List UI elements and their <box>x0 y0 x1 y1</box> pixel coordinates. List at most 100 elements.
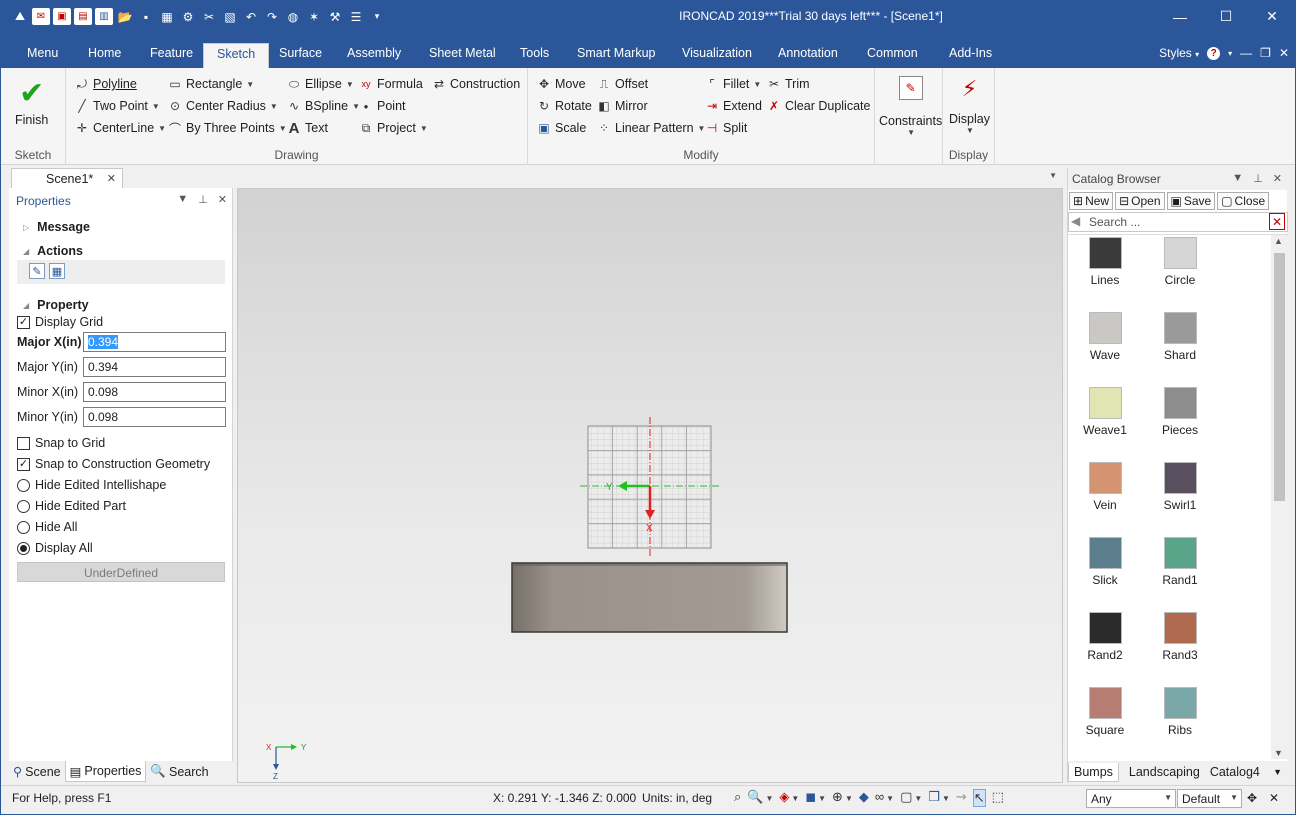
minimize-icon[interactable]: — <box>1157 1 1203 32</box>
tab-smart-markup[interactable]: Smart Markup <box>577 41 656 68</box>
camera-icon[interactable]: ❒ <box>928 789 940 807</box>
catalog-item-slick[interactable]: Slick <box>1073 537 1137 587</box>
offset-button[interactable]: ⎍ Offset <box>596 76 648 92</box>
hide-intellishape-radio[interactable]: Hide Edited Intellishape <box>17 478 166 492</box>
glasses-icon[interactable]: ∞ <box>875 789 884 807</box>
panel-close-icon[interactable]: ✕ <box>218 193 227 206</box>
select-box-icon[interactable]: ⬚ <box>992 789 1004 807</box>
catalog-item-rand1[interactable]: Rand1 <box>1148 537 1212 587</box>
property-section[interactable]: ◢ Property <box>23 298 89 312</box>
actions-section[interactable]: ◢ Actions <box>23 244 83 258</box>
scroll-down-icon[interactable]: ▼ <box>1274 748 1283 758</box>
split-button[interactable]: ⊣ Split <box>704 120 748 136</box>
link-icon[interactable]: ⇝ <box>956 789 967 807</box>
pin-icon[interactable]: ⊥ <box>1253 172 1263 185</box>
globe-icon[interactable]: ◍ <box>284 8 302 25</box>
new-action-icon[interactable]: ▦ <box>49 263 65 279</box>
tab-sheet-metal[interactable]: Sheet Metal <box>429 41 496 68</box>
construction-button[interactable]: ⇄ Construction <box>431 76 520 92</box>
three-points-button[interactable]: ⌒ By Three Points ▼ <box>167 120 287 136</box>
tab-surface[interactable]: Surface <box>279 41 322 68</box>
tab-landscaping[interactable]: Landscaping <box>1129 765 1200 779</box>
tab-visualization[interactable]: Visualization <box>682 41 752 68</box>
scroll-up-icon[interactable]: ▲ <box>1274 236 1283 246</box>
tab-common[interactable]: Common <box>867 41 918 68</box>
mode-select[interactable]: Default ▼ <box>1177 789 1242 808</box>
bspline-button[interactable]: ∿ BSpline ▼ <box>286 98 360 114</box>
paste-icon[interactable]: ▧ <box>221 8 239 25</box>
print-icon[interactable]: ▦ <box>158 8 176 25</box>
mirror-button[interactable]: ◧ Mirror <box>596 98 647 114</box>
catalog-item-wave[interactable]: Wave <box>1073 312 1137 362</box>
project-button[interactable]: ⧉ Project ▼ <box>358 120 428 136</box>
redo-icon[interactable]: ↷ <box>263 8 281 25</box>
catalog-close-button[interactable]: ▢ Close <box>1217 192 1270 210</box>
display-grid-checkbox[interactable]: ✓ Display Grid <box>17 315 103 329</box>
catalog-item-pieces[interactable]: Pieces <box>1148 387 1212 437</box>
scale-button[interactable]: ▣ Scale <box>536 120 586 136</box>
tab-bumps[interactable]: Bumps <box>1068 762 1119 782</box>
center-radius-button[interactable]: ⊙ Center Radius ▼ <box>167 98 278 114</box>
tools-icon[interactable]: ⚒ <box>326 8 344 25</box>
maximize-icon[interactable]: ☐ <box>1203 1 1249 32</box>
tab-search[interactable]: 🔍 Search <box>146 761 212 782</box>
tab-scene1[interactable]: Scene1* ✕ <box>11 168 123 189</box>
zoom-icon[interactable]: 🔍 <box>747 789 763 807</box>
point-button[interactable]: ● Point <box>358 98 406 114</box>
ribbon-minimize-icon[interactable]: — <box>1240 46 1252 60</box>
snap-to-grid-checkbox[interactable]: Snap to Grid <box>17 436 105 450</box>
edit-action-icon[interactable]: ✎ <box>29 263 45 279</box>
tab-menu[interactable]: Menu <box>27 41 58 68</box>
move-button[interactable]: ✥ Move <box>536 76 586 92</box>
cut-icon[interactable]: ✂ <box>200 8 218 25</box>
catalog-item-shard[interactable]: Shard <box>1148 312 1212 362</box>
catalog-new-button[interactable]: ⊞ New <box>1069 192 1114 210</box>
selection-filter-select[interactable]: Any ▼ <box>1086 789 1176 808</box>
minor-x-input[interactable]: 0.098 <box>83 382 226 402</box>
catalog-item-vein[interactable]: Vein <box>1073 462 1137 512</box>
catalog-item-weave1[interactable]: Weave1 <box>1073 387 1137 437</box>
catalog-item-ribs[interactable]: Ribs <box>1148 687 1212 737</box>
catalog-item-rand2[interactable]: Rand2 <box>1073 612 1137 662</box>
catalog-item-lines[interactable]: Lines <box>1073 237 1137 287</box>
sparkle-icon[interactable]: ✶ <box>305 8 323 25</box>
catalog-item-circle[interactable]: Circle <box>1148 237 1212 287</box>
new-drawing-icon[interactable]: ▤ <box>74 8 92 25</box>
polyline-button[interactable]: ⤾ Polyline <box>74 76 137 92</box>
panel-menu-icon[interactable]: ▼ <box>177 193 188 206</box>
ribbon-close-icon[interactable]: ✕ <box>1279 46 1289 60</box>
pan-view-icon[interactable]: ⊕ <box>832 789 843 807</box>
fillet-button[interactable]: ⌜ Fillet ▼ <box>704 76 761 92</box>
properties-icon[interactable]: ⚙ <box>179 8 197 25</box>
new-file-icon[interactable]: ✉ <box>32 8 50 25</box>
extend-button[interactable]: ⇥ Extend <box>704 98 762 114</box>
hide-all-radio[interactable]: Hide All <box>17 520 77 534</box>
save-icon[interactable]: ▪ <box>137 8 155 25</box>
customize-qat-icon[interactable]: ▾ <box>368 8 386 25</box>
catalog-save-button[interactable]: ▣ Save <box>1166 192 1216 210</box>
rotate-button[interactable]: ↻ Rotate <box>536 98 592 114</box>
catalog-item-swirl1[interactable]: Swirl1 <box>1148 462 1212 512</box>
catalog-search-input[interactable]: ◀ Search ... ✕ <box>1068 212 1288 232</box>
catalog-item-rand3[interactable]: Rand3 <box>1148 612 1212 662</box>
finish-button[interactable]: ✔ Finish <box>15 78 48 128</box>
major-x-input[interactable]: 0.394 <box>83 332 226 352</box>
viewport-canvas[interactable]: Y X X Y Z <box>238 189 1062 782</box>
display-all-radio[interactable]: Display All <box>17 541 93 555</box>
tab-scene-browser[interactable]: ⚲ Scene <box>9 761 65 782</box>
tab-tools[interactable]: Tools <box>520 41 549 68</box>
view-orientation-icon[interactable]: ◈ <box>779 789 789 807</box>
tab-catalog4[interactable]: Catalog4 <box>1210 765 1260 779</box>
constraints-button[interactable]: ✎ Constraints ▼ <box>879 76 942 137</box>
status-move-icon[interactable]: ✥ <box>1247 791 1257 805</box>
tab-properties[interactable]: ▤ Properties <box>64 761 147 782</box>
zoom-fit-icon[interactable]: ⌕ <box>734 789 741 807</box>
app-menu-icon[interactable]: ⛰ <box>11 8 29 25</box>
new-catalog-icon[interactable]: ▥ <box>95 8 113 25</box>
tab-sketch[interactable]: Sketch <box>203 43 270 68</box>
catalog-scrollbar[interactable]: ▲ ▼ <box>1271 235 1288 759</box>
rectangle-button[interactable]: ▭ Rectangle ▼ <box>167 76 254 92</box>
major-y-input[interactable]: 0.394 <box>83 357 226 377</box>
tab-feature[interactable]: Feature <box>150 41 193 68</box>
render-mode-icon[interactable]: ◆ <box>859 789 869 807</box>
